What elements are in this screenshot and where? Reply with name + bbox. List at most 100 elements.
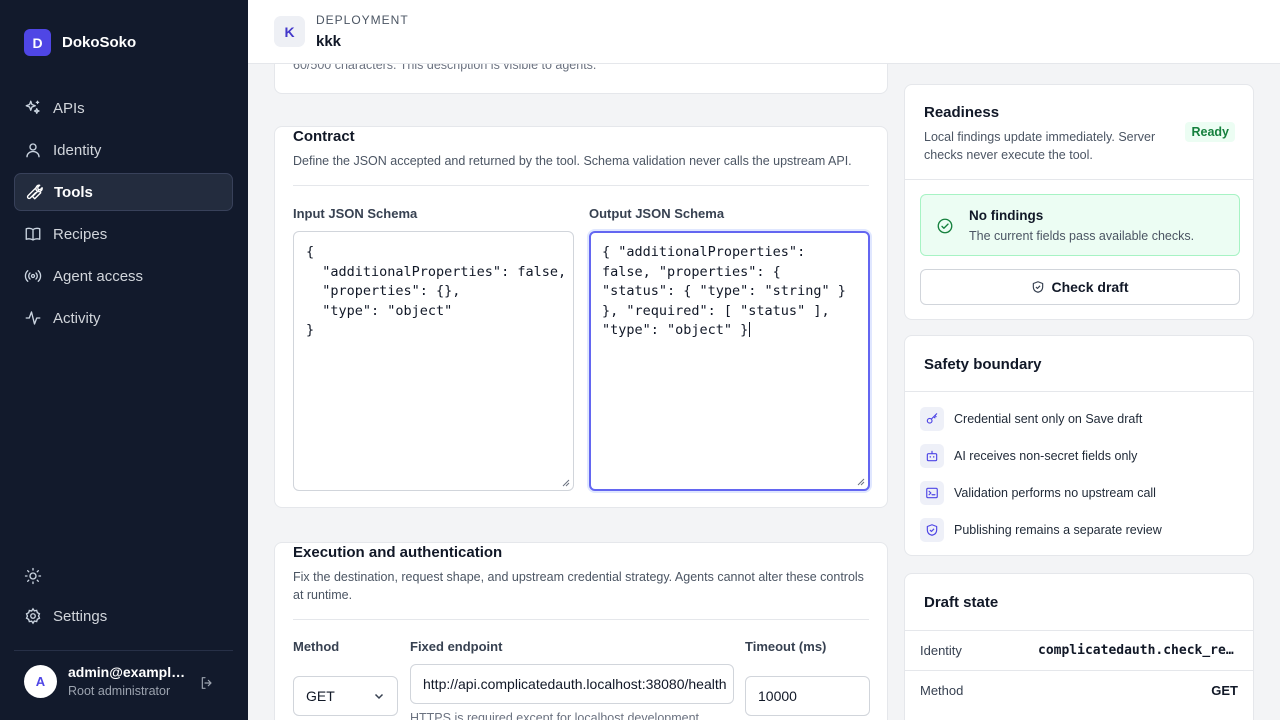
resize-handle-icon[interactable] — [857, 478, 865, 486]
row-value: GET — [1211, 683, 1238, 698]
findings-panel: No findings The current fields pass avai… — [920, 194, 1240, 256]
settings-label: Settings — [53, 607, 108, 625]
user-icon — [26, 143, 40, 158]
sidebar-item-agent-access[interactable]: Agent access — [14, 257, 233, 295]
gear-icon — [25, 607, 41, 625]
sidebar-item-recipes[interactable]: Recipes — [14, 215, 233, 253]
draft-state-title: Draft state — [924, 594, 999, 611]
findings-title: No findings — [969, 208, 1044, 223]
page-eyebrow: DEPLOYMENT — [316, 13, 409, 27]
method-value: GET — [306, 688, 335, 704]
execution-description: Fix the destination, request shape, and … — [293, 570, 864, 602]
contract-title: Contract — [293, 128, 355, 145]
sidebar: D DokoSoko APIs Identity Tools Recipes A… — [0, 0, 248, 720]
safety-card: Safety boundary Credential sent only on … — [904, 335, 1254, 556]
section-divider — [293, 185, 869, 186]
input-schema-value: { "additionalProperties": false, "proper… — [306, 244, 567, 338]
shield-check-icon — [926, 524, 938, 536]
user-profile[interactable]: A admin@example.com Root administrator — [24, 664, 186, 698]
sidebar-item-activity[interactable]: Activity — [14, 299, 233, 337]
readiness-card: Readiness Local findings update immediat… — [904, 84, 1254, 320]
sidebar-item-label: Identity — [53, 141, 102, 159]
check-draft-label: Check draft — [1051, 279, 1129, 295]
user-role: Root administrator — [68, 684, 171, 698]
sidebar-item-apis[interactable]: APIs — [14, 89, 233, 127]
logout-icon[interactable] — [199, 675, 215, 691]
safety-title: Safety boundary — [924, 356, 1042, 373]
wrench-icon — [26, 184, 43, 200]
check-draft-button[interactable]: Check draft — [920, 269, 1240, 305]
section-divider — [905, 179, 1253, 180]
output-schema-editor[interactable]: { "additionalProperties": false, "proper… — [589, 231, 870, 491]
execution-card: Execution and authentication Fix the des… — [274, 542, 888, 720]
row-key: Method — [920, 683, 964, 698]
section-divider — [905, 391, 1253, 392]
execution-title: Execution and authentication — [293, 544, 503, 561]
list-item: Validation performs no upstream call — [920, 481, 1156, 505]
endpoint-input[interactable]: http://api.complicatedauth.localhost:380… — [410, 664, 734, 704]
section-divider — [293, 619, 869, 620]
brand[interactable]: D DokoSoko — [24, 29, 136, 56]
list-item: AI receives non-secret fields only — [920, 444, 1137, 468]
contract-card: Contract Define the JSON accepted and re… — [274, 126, 888, 508]
sidebar-item-label: Activity — [53, 309, 101, 327]
method-select[interactable]: GET — [293, 676, 398, 716]
chevron-down-icon — [374, 693, 384, 700]
broadcast-icon — [24, 270, 42, 282]
output-schema-label: Output JSON Schema — [589, 206, 725, 221]
endpoint-value: http://api.complicatedauth.localhost:380… — [423, 676, 727, 692]
brand-logo: D — [24, 29, 51, 56]
page-title: kkk — [316, 33, 342, 50]
input-schema-editor[interactable]: { "additionalProperties": false, "proper… — [293, 231, 574, 491]
shield-check-icon — [1033, 281, 1044, 293]
list-item-label: Credential sent only on Save draft — [954, 412, 1143, 426]
sidebar-nav: APIs Identity Tools Recipes Agent access… — [14, 89, 233, 341]
timeout-input[interactable]: 10000 — [745, 676, 870, 716]
draft-state-card: Draft state Identity complicatedauth.che… — [904, 573, 1254, 720]
timeout-label: Timeout (ms) — [745, 639, 827, 654]
sidebar-item-identity[interactable]: Identity — [14, 131, 233, 169]
robot-icon — [926, 450, 938, 462]
readiness-title: Readiness — [924, 104, 1000, 121]
sidebar-item-settings[interactable]: Settings — [14, 597, 233, 635]
check-circle-icon — [937, 218, 953, 234]
findings-description: The current fields pass available checks… — [969, 229, 1195, 243]
brand-name: DokoSoko — [62, 34, 137, 51]
avatar: A — [24, 664, 57, 698]
input-schema-label: Input JSON Schema — [293, 206, 418, 221]
resize-handle-icon[interactable] — [562, 479, 570, 487]
endpoint-hint: HTTPS is required except for localhost d… — [410, 711, 703, 720]
terminal-icon — [926, 487, 938, 499]
sidebar-item-label: Tools — [54, 183, 93, 201]
endpoint-label: Fixed endpoint — [410, 639, 503, 654]
list-item-label: AI receives non-secret fields only — [954, 449, 1138, 463]
table-row: Method GET — [905, 670, 1253, 710]
contract-description: Define the JSON accepted and returned by… — [293, 154, 852, 168]
list-item: Credential sent only on Save draft — [920, 407, 1142, 431]
page-header: K DEPLOYMENT kkk — [248, 0, 1280, 64]
timeout-value: 10000 — [758, 688, 797, 704]
method-label: Method — [293, 639, 340, 654]
sidebar-item-label: Recipes — [53, 225, 108, 243]
sun-icon[interactable] — [24, 567, 42, 585]
activity-icon — [25, 311, 41, 325]
sidebar-item-label: Agent access — [53, 267, 144, 285]
sidebar-item-tools[interactable]: Tools — [14, 173, 233, 211]
output-schema-value: { "additionalProperties": false, "proper… — [602, 244, 854, 338]
list-item: Publishing remains a separate review — [920, 518, 1162, 542]
sidebar-item-label: APIs — [53, 99, 85, 117]
row-value: complicatedauth.check_readiness — [1038, 643, 1238, 658]
deployment-badge: K — [274, 16, 305, 47]
list-item-label: Publishing remains a separate review — [954, 523, 1162, 537]
row-key: Identity — [920, 643, 962, 658]
sparkle-icon — [25, 100, 40, 114]
text-caret — [749, 322, 751, 337]
table-row: Identity complicatedauth.check_readiness — [905, 630, 1253, 670]
user-name: admin@example.com — [68, 664, 186, 680]
list-item-label: Validation performs no upstream call — [954, 486, 1156, 500]
key-icon — [926, 413, 938, 424]
sidebar-divider — [14, 650, 233, 651]
status-badge: Ready — [1185, 122, 1235, 142]
book-icon — [25, 227, 41, 241]
readiness-description: Local findings update immediately. Serve… — [924, 130, 1156, 162]
